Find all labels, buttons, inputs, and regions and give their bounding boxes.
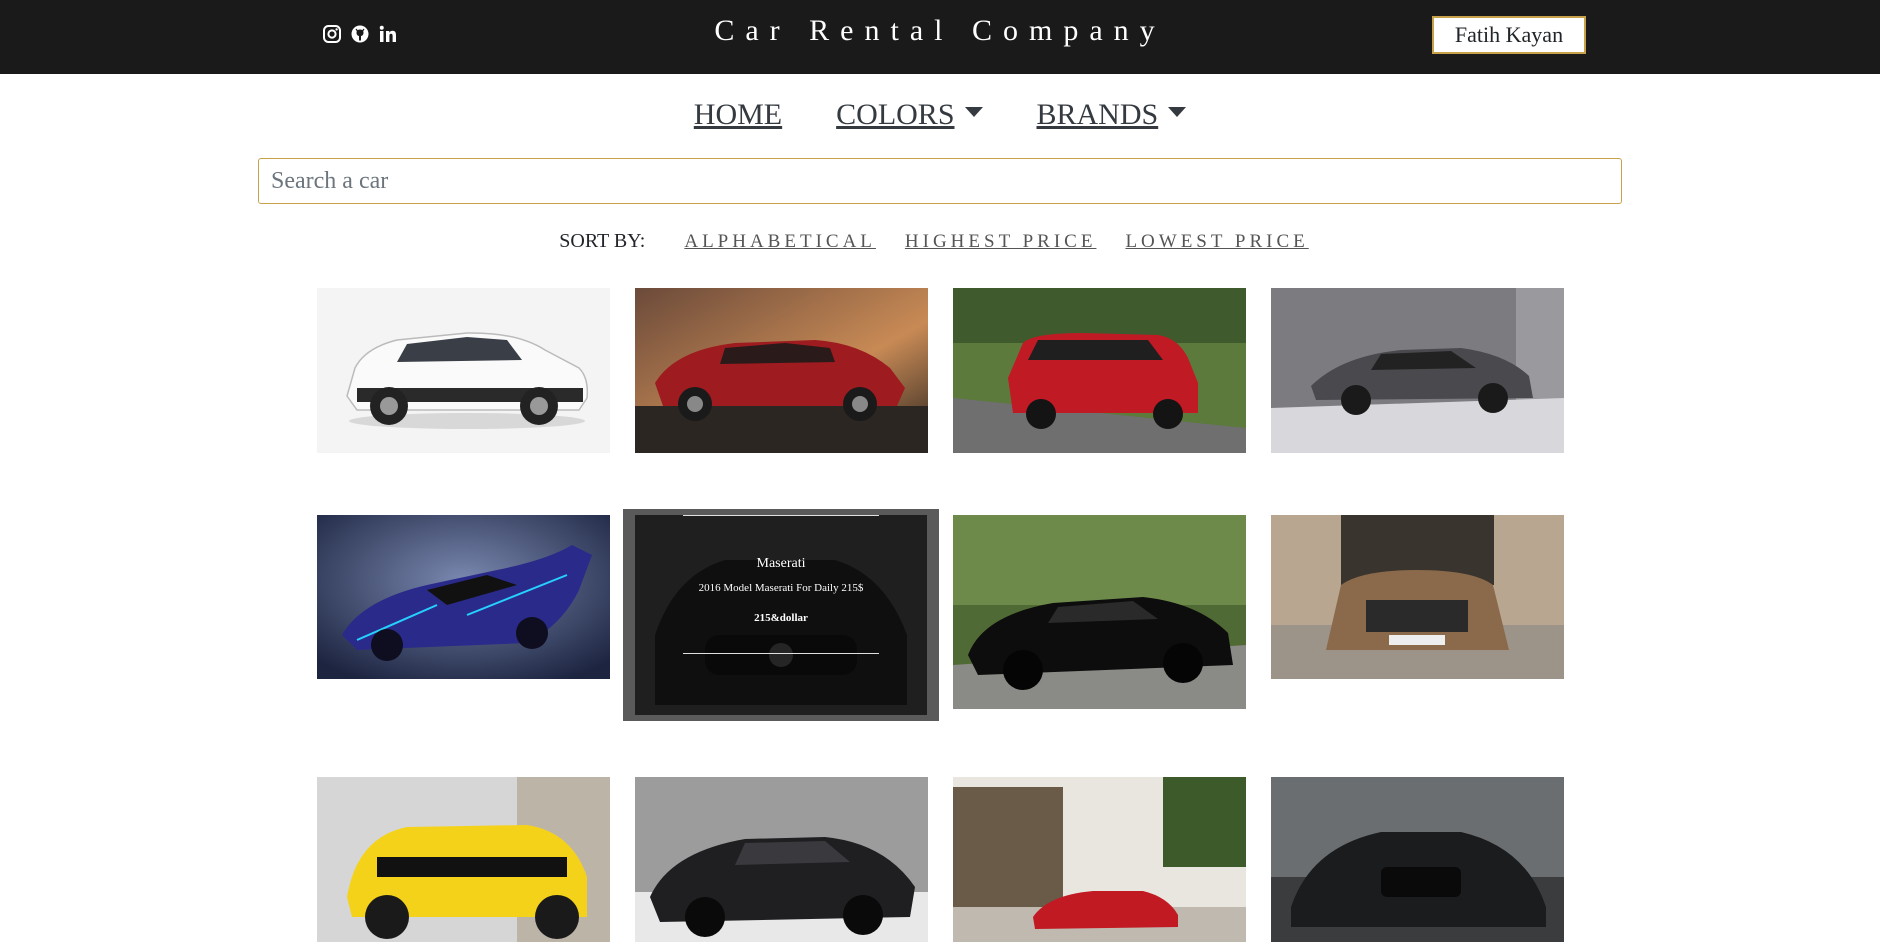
car-card[interactable] <box>635 288 928 453</box>
car-card[interactable] <box>953 515 1246 709</box>
car-card[interactable] <box>317 288 610 453</box>
sort-bar: SORT BY: ALPHABETICAL HIGHEST PRICE LOWE… <box>0 230 1880 253</box>
nav-home[interactable]: HOME <box>694 98 782 132</box>
car-image-blue-hypercar <box>317 515 610 679</box>
car-card-hovered[interactable]: Maserati 2016 Model Maserati For Daily 2… <box>623 509 939 721</box>
car-image-ds-bronze-suv <box>1271 515 1564 679</box>
overlay-bottom-line <box>683 653 879 654</box>
sort-highest-price[interactable]: HIGHEST PRICE <box>905 231 1097 252</box>
car-card[interactable] <box>317 777 610 942</box>
car-image-audi-red-sedan <box>953 777 1246 942</box>
car-image-camaro-yellow <box>317 777 610 942</box>
car-card[interactable] <box>1271 288 1564 453</box>
nav-home-label: HOME <box>693 98 783 131</box>
user-button[interactable]: Fatih Kayan <box>1432 16 1586 54</box>
search-input[interactable] <box>258 158 1622 204</box>
car-title: Maserati <box>756 556 806 571</box>
car-image-audi-r8-black <box>1271 777 1564 942</box>
car-card[interactable] <box>1271 777 1564 942</box>
car-price: 215&dollar <box>754 612 808 624</box>
car-image-mercedes-gray-coupe <box>1271 288 1564 453</box>
car-image-mustang-black <box>953 515 1246 709</box>
car-image-tesla-red-sedan <box>635 288 928 453</box>
car-card[interactable] <box>1271 515 1564 679</box>
car-card[interactable] <box>635 777 928 942</box>
car-card[interactable] <box>953 777 1246 942</box>
car-description: 2016 Model Maserati For Daily 215$ <box>698 582 864 594</box>
top-bar: Car Rental Company Fatih Kayan <box>0 0 1880 74</box>
car-image-volvo-white-suv <box>317 288 610 453</box>
sort-lowest-price[interactable]: LOWEST PRICE <box>1125 231 1308 252</box>
nav-brands-label: BRANDS <box>1036 98 1159 131</box>
caret-down-icon <box>1168 107 1187 117</box>
nav-brands-dropdown[interactable]: BRANDS <box>1037 98 1187 132</box>
car-card[interactable] <box>953 288 1246 453</box>
site-title: Car Rental Company <box>714 14 1166 47</box>
car-image-range-rover-red <box>953 288 1246 453</box>
car-card[interactable] <box>317 515 610 679</box>
caret-down-icon <box>964 107 983 117</box>
car-image-bmw-i8-black <box>635 777 928 942</box>
nav-colors-label: COLORS <box>836 98 955 131</box>
sort-label: SORT BY: <box>559 230 646 252</box>
sort-alphabetical[interactable]: ALPHABETICAL <box>684 231 876 252</box>
overlay-top-line <box>683 515 879 516</box>
car-image-maserati-black: Maserati 2016 Model Maserati For Daily 2… <box>635 515 927 715</box>
nav-colors-dropdown[interactable]: COLORS <box>836 98 983 132</box>
main-nav: HOME COLORS BRANDS <box>0 98 1880 132</box>
